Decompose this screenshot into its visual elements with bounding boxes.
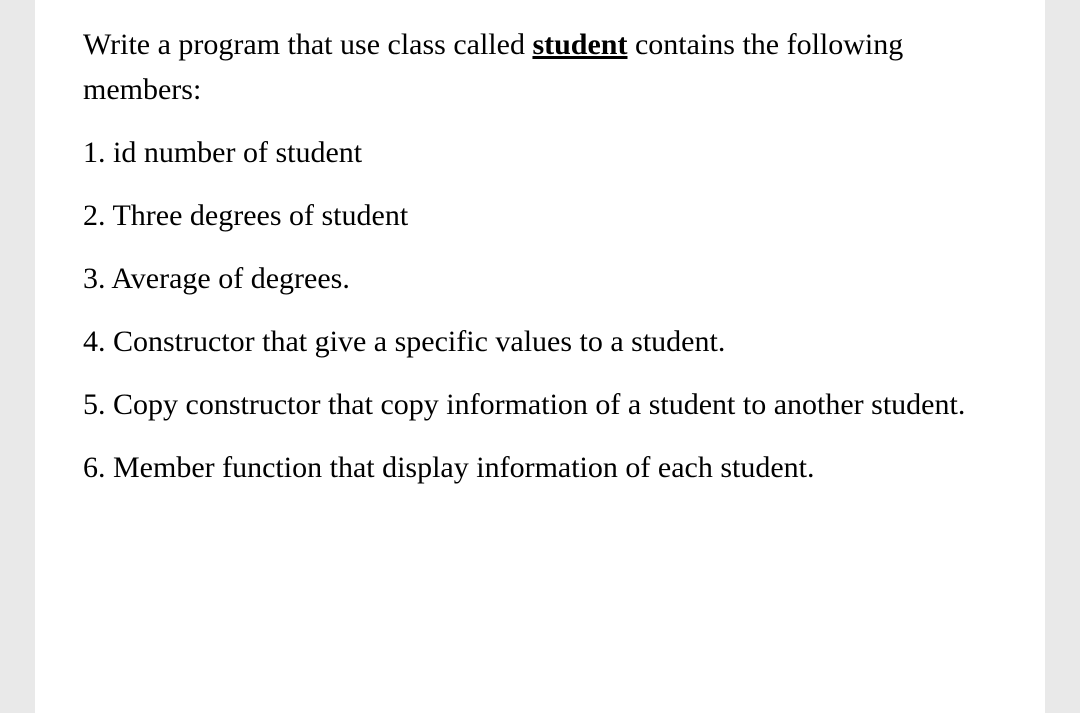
list-item: 4. Constructor that give a specific valu…: [83, 319, 1005, 364]
list-item: 1. id number of student: [83, 130, 1005, 175]
intro-paragraph: Write a program that use class called st…: [83, 22, 1005, 112]
list-item: 3. Average of degrees.: [83, 256, 1005, 301]
document-container: Write a program that use class called st…: [35, 0, 1045, 713]
list-item: 2. Three degrees of student: [83, 193, 1005, 238]
list-item: 6. Member function that display informat…: [83, 445, 1005, 490]
intro-prefix: Write a program that use class called: [83, 28, 532, 61]
list-item: 5. Copy constructor that copy informatio…: [83, 382, 1005, 427]
intro-keyword: student: [532, 28, 627, 61]
